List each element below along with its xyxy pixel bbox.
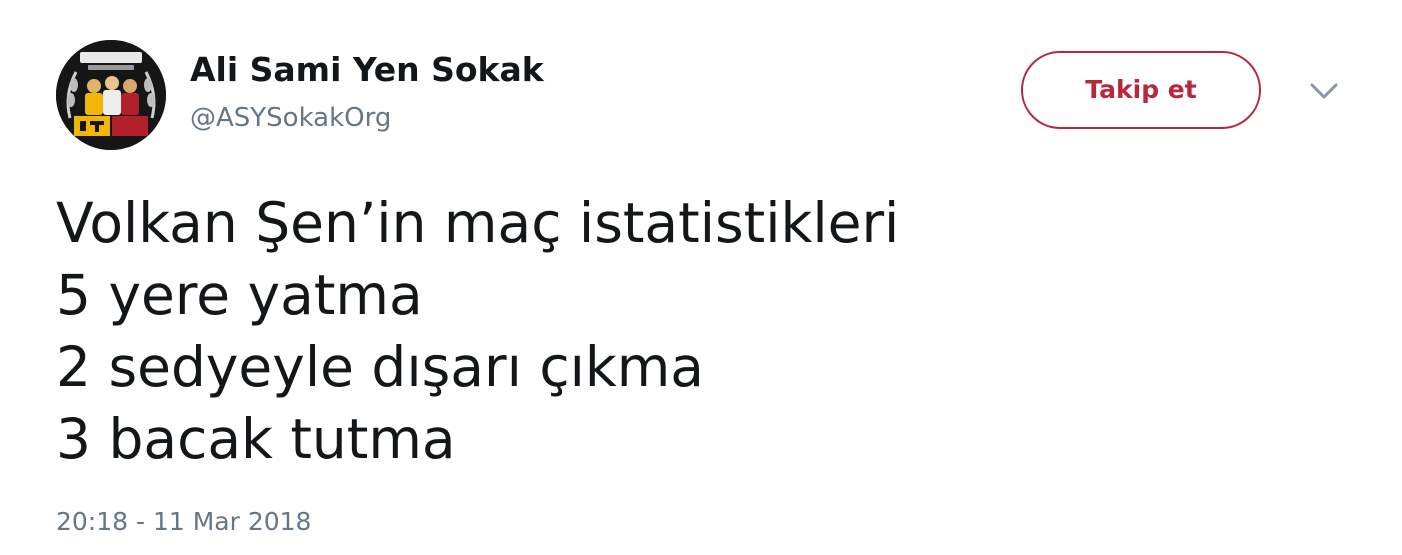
author-handle[interactable]: @ASYSokakOrg — [190, 100, 391, 136]
tweet-text: Volkan Şen’in maç istatistikleri 5 yere … — [56, 187, 1356, 475]
avatar[interactable] — [56, 40, 166, 150]
avatar-logo-image — [56, 40, 166, 150]
tweet-line: Volkan Şen’in maç istatistikleri — [56, 191, 900, 255]
author-display-name[interactable]: Ali Sami Yen Sokak — [190, 48, 544, 92]
tweet-timestamp[interactable]: 20:18 - 11 Mar 2018 — [56, 505, 311, 539]
tweet-card: Ali Sami Yen Sokak @ASYSokakOrg Takip et… — [0, 0, 1402, 555]
tweet-line: 3 bacak tutma — [56, 407, 456, 471]
follow-button[interactable]: Takip et — [1021, 51, 1261, 129]
chevron-down-icon[interactable] — [1304, 76, 1344, 106]
tweet-line: 2 sedyeyle dışarı çıkma — [56, 335, 704, 399]
tweet-line: 5 yere yatma — [56, 263, 423, 327]
